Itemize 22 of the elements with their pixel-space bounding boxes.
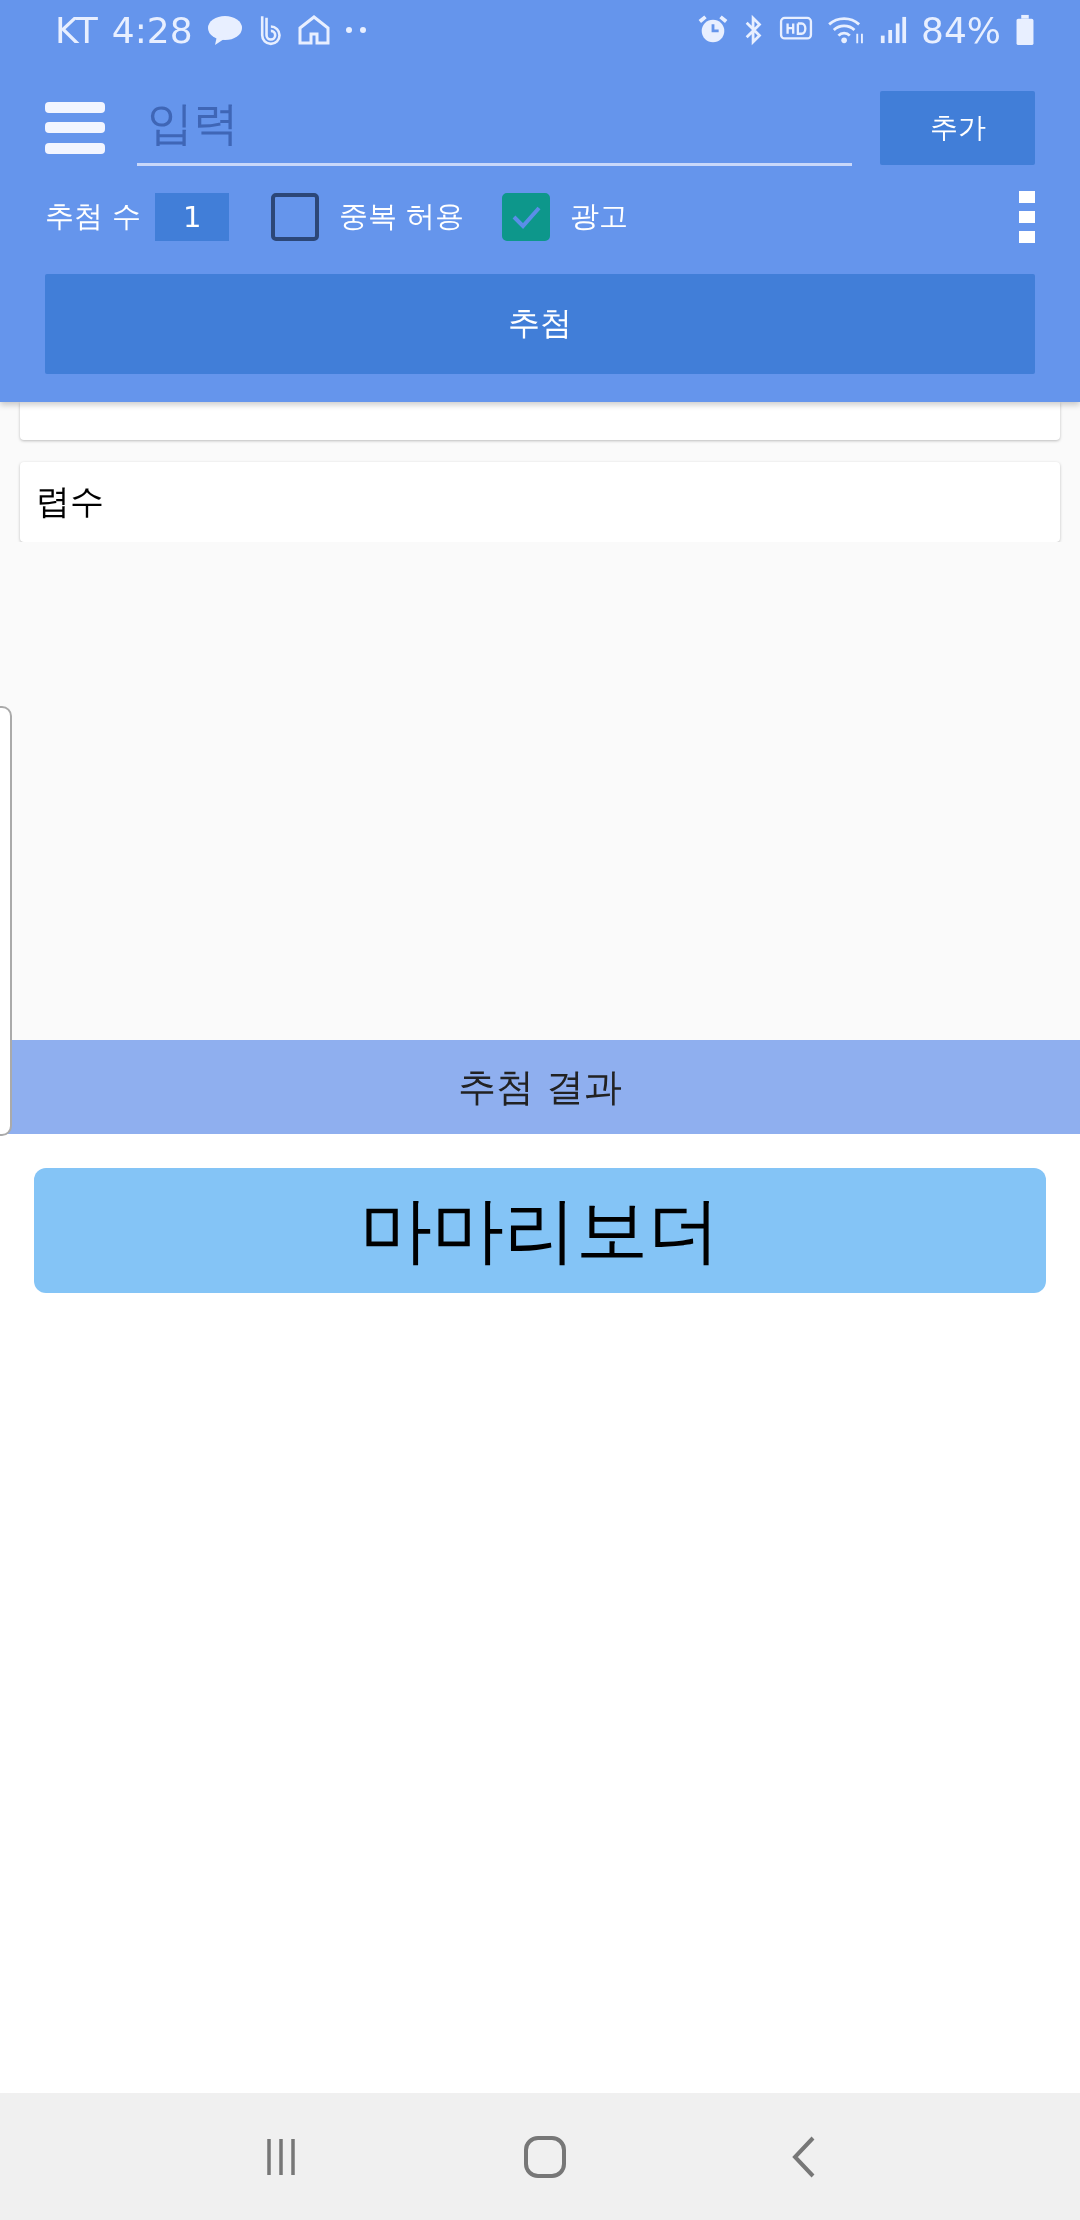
result-chip: 마마리보더 bbox=[34, 1168, 1046, 1293]
home-icon bbox=[296, 14, 331, 46]
overflow-menu-icon[interactable] bbox=[1019, 191, 1035, 243]
draw-button[interactable]: 추첨 bbox=[45, 274, 1035, 374]
battery-icon bbox=[1015, 14, 1035, 46]
list-item[interactable]: 렵수 bbox=[20, 462, 1060, 542]
chat-bubble-icon bbox=[206, 14, 243, 46]
wifi-icon bbox=[827, 15, 865, 45]
clock-text: 4:28 bbox=[111, 9, 193, 51]
checkbox[interactable] bbox=[271, 193, 320, 241]
home-button-icon[interactable] bbox=[523, 2134, 567, 2179]
more-dots-icon bbox=[344, 26, 369, 34]
checkbox[interactable] bbox=[502, 193, 551, 241]
checkbox-label: 광고 bbox=[570, 198, 629, 235]
draw-count-label: 추첨 수 bbox=[45, 198, 142, 235]
checkbox-label: 중복 허용 bbox=[339, 198, 465, 235]
add-button[interactable]: 추가 bbox=[880, 91, 1035, 165]
draw-count-field[interactable]: 1 bbox=[155, 193, 230, 241]
menu-icon[interactable] bbox=[45, 100, 105, 156]
signal-icon bbox=[879, 15, 907, 45]
battery-percent-text: 84% bbox=[921, 9, 1001, 51]
carrier-text: KT bbox=[55, 9, 98, 51]
